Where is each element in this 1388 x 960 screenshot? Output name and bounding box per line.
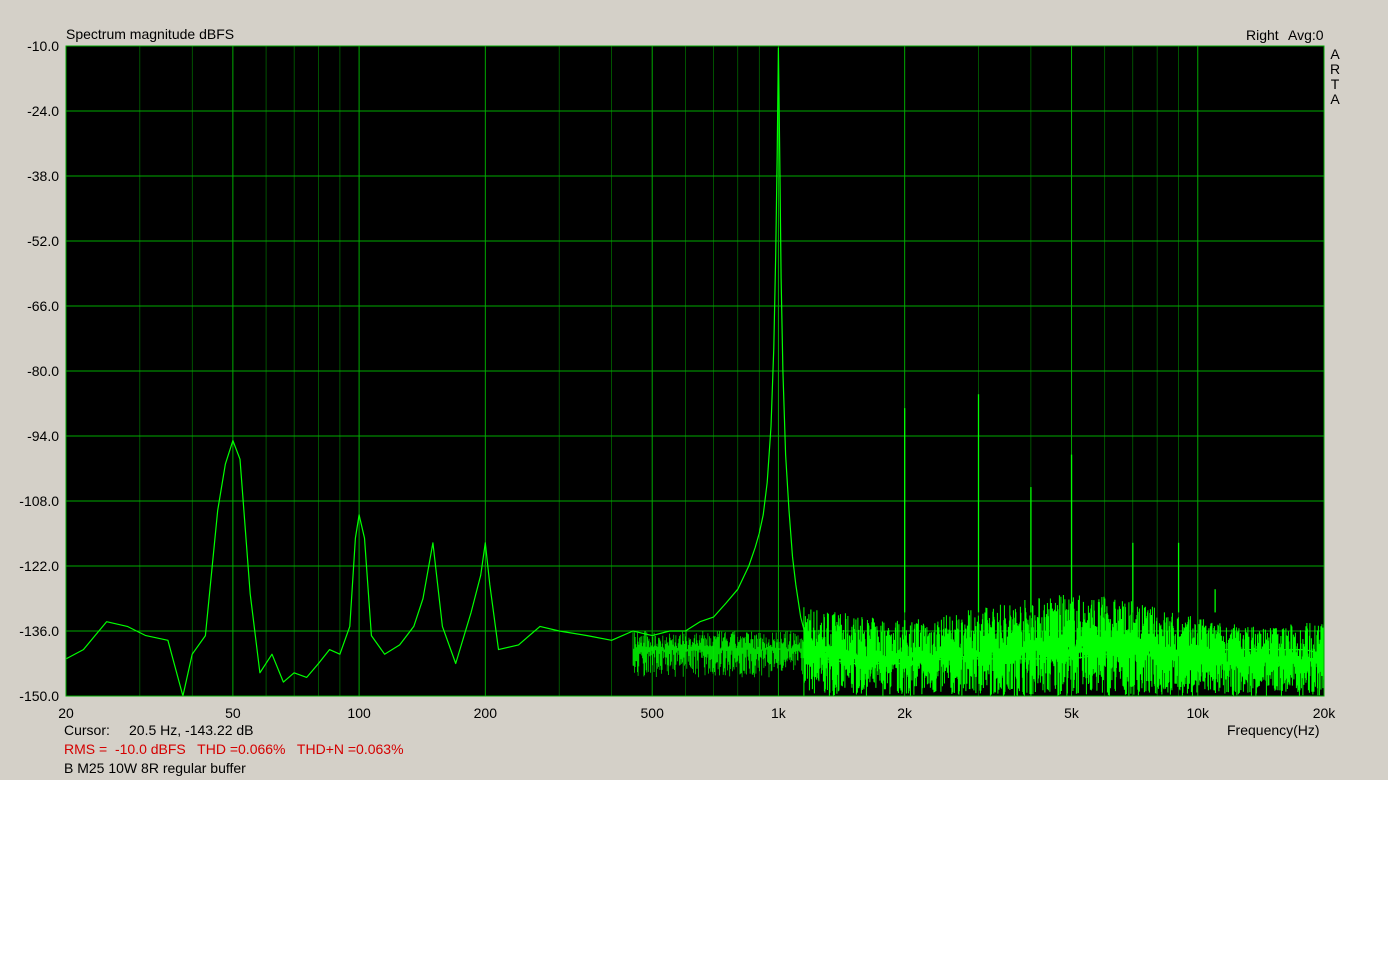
- x-tick-label: 200: [473, 705, 498, 721]
- x-tick-label: 2k: [897, 705, 913, 721]
- x-tick-label: 5k: [1064, 705, 1079, 721]
- measurement-summary: RMS = -10.0 dBFS THD =0.066% THD+N =0.06…: [64, 741, 404, 757]
- x-tick-label: 20: [58, 705, 74, 721]
- x-axis-title: Frequency(Hz): [1227, 722, 1320, 738]
- y-tick-label: -150.0: [19, 688, 59, 704]
- x-tick-label: 50: [225, 705, 241, 721]
- cursor-readout: 20.5 Hz, -143.22 dB: [129, 722, 254, 738]
- y-tick-label: -108.0: [19, 493, 59, 509]
- cursor-label: Cursor:: [64, 722, 110, 738]
- y-tick-label: -24.0: [27, 103, 59, 119]
- y-tick-label: -52.0: [27, 233, 59, 249]
- x-tick-label: 1k: [771, 705, 786, 721]
- y-tick-label: -122.0: [19, 558, 59, 574]
- y-tick-label: -94.0: [27, 428, 59, 444]
- spectrum-panel: Spectrum magnitude dBFS Right Avg:0 A R …: [0, 0, 1388, 780]
- y-tick-label: -136.0: [19, 623, 59, 639]
- x-tick-label: 100: [347, 705, 371, 721]
- y-tick-label: -66.0: [27, 298, 59, 314]
- x-tick-label: 10k: [1186, 705, 1210, 721]
- x-tick-label: 500: [640, 705, 664, 721]
- spectrum-plot[interactable]: [0, 0, 1388, 780]
- y-tick-label: -80.0: [27, 363, 59, 379]
- trace-caption: B M25 10W 8R regular buffer: [64, 760, 246, 776]
- x-tick-label: 20k: [1312, 705, 1336, 721]
- y-tick-label: -38.0: [27, 168, 59, 184]
- y-tick-label: -10.0: [27, 38, 59, 54]
